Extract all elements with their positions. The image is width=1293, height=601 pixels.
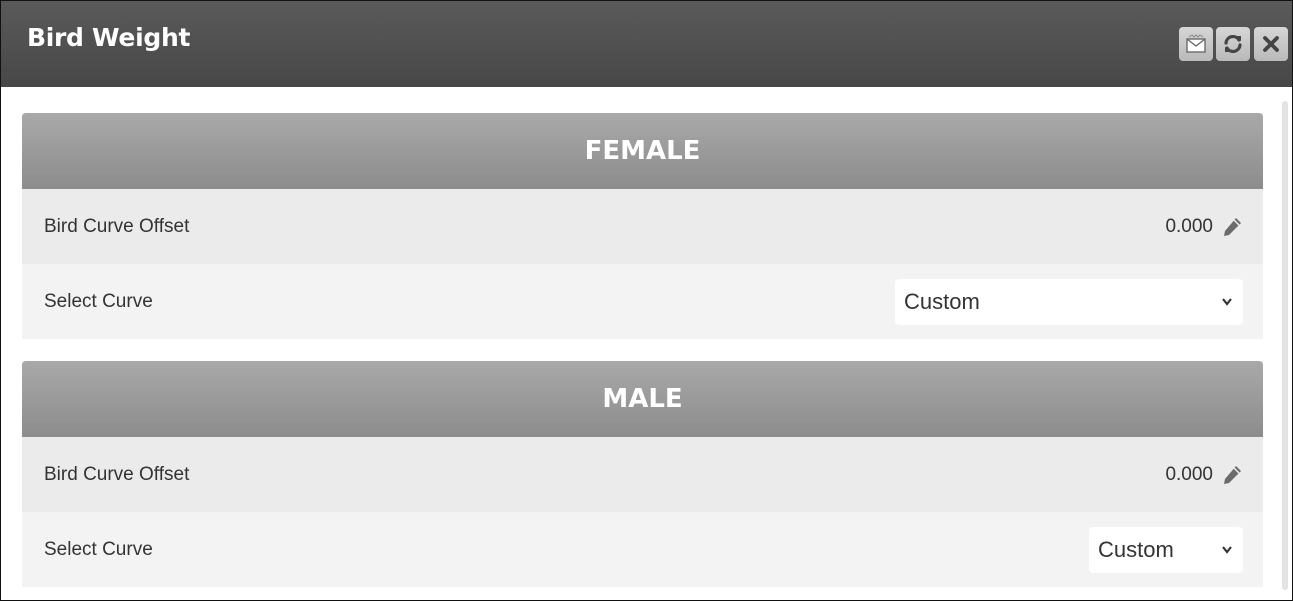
mail-button[interactable]	[1179, 27, 1213, 61]
chevron-down-icon	[1222, 545, 1232, 554]
female-offset-row: Bird Curve Offset 0.000	[22, 189, 1263, 264]
bird-weight-window: Bird Weight FEMALE Bird Curve Offset 0.0…	[0, 0, 1293, 601]
refresh-button[interactable]	[1216, 27, 1250, 61]
close-button[interactable]	[1254, 27, 1288, 61]
close-icon	[1263, 36, 1279, 52]
female-curve-row: Select Curve Custom	[22, 264, 1263, 339]
female-curve-select[interactable]: Custom	[895, 278, 1243, 325]
offset-value: 0.000	[1165, 215, 1213, 237]
mail-icon	[1186, 34, 1206, 53]
section-header-male: MALE	[22, 361, 1263, 437]
male-offset-edit[interactable]: 0.000	[1165, 464, 1243, 486]
refresh-icon	[1224, 34, 1242, 54]
offset-value: 0.000	[1165, 463, 1213, 485]
male-offset-row: Bird Curve Offset 0.000	[22, 437, 1263, 512]
curve-selected-value: Custom	[904, 288, 980, 314]
chevron-down-icon	[1222, 297, 1232, 306]
offset-label: Bird Curve Offset	[44, 215, 190, 237]
scrollbar[interactable]	[1282, 101, 1288, 590]
pencil-icon[interactable]	[1221, 464, 1243, 486]
title-bar: Bird Weight	[1, 1, 1292, 87]
male-section: MALE Bird Curve Offset 0.000 Select Curv…	[22, 361, 1263, 587]
female-offset-edit[interactable]: 0.000	[1165, 216, 1243, 238]
curve-label: Select Curve	[44, 290, 153, 312]
female-section: FEMALE Bird Curve Offset 0.000 Select Cu…	[22, 113, 1263, 339]
male-curve-select[interactable]: Custom	[1089, 526, 1243, 573]
section-header-female: FEMALE	[22, 113, 1263, 189]
window-title: Bird Weight	[27, 23, 191, 52]
curve-label: Select Curve	[44, 538, 153, 560]
male-curve-row: Select Curve Custom	[22, 512, 1263, 587]
curve-selected-value: Custom	[1098, 536, 1174, 562]
offset-label: Bird Curve Offset	[44, 463, 190, 485]
pencil-icon[interactable]	[1221, 216, 1243, 238]
